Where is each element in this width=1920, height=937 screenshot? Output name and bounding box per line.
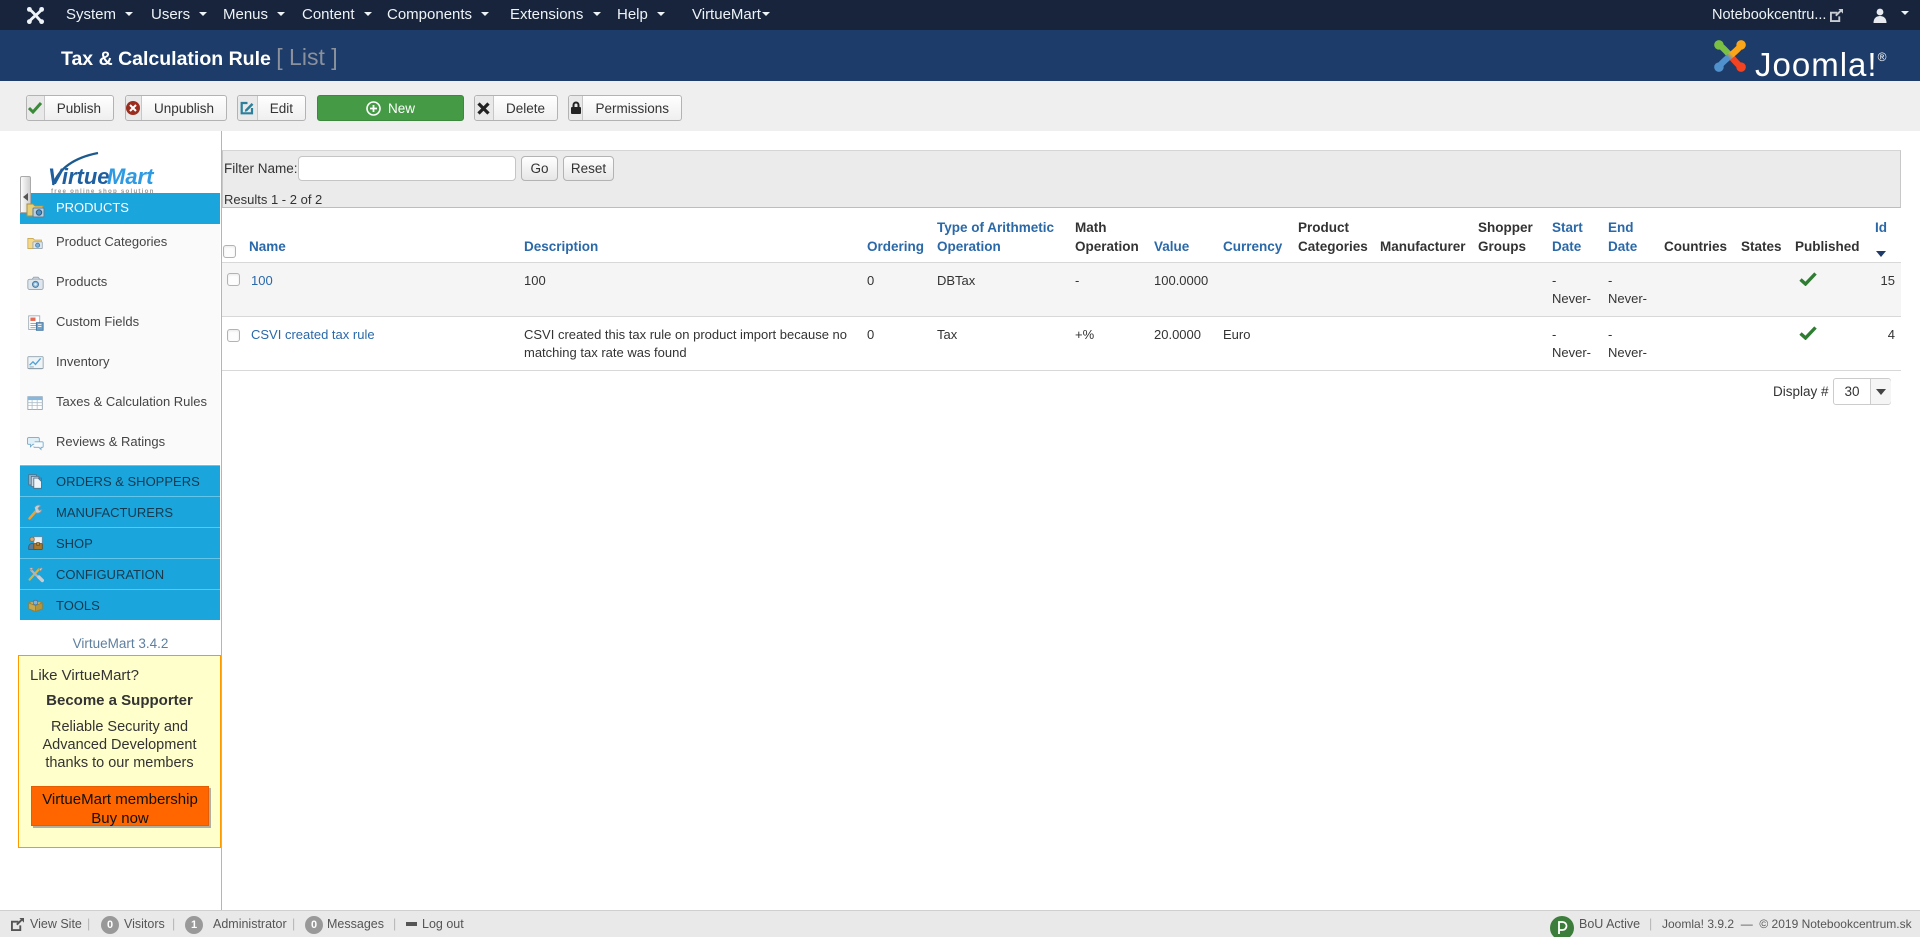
svg-text:Virtue: Virtue: [48, 164, 110, 189]
svg-text:Mart: Mart: [107, 164, 155, 189]
